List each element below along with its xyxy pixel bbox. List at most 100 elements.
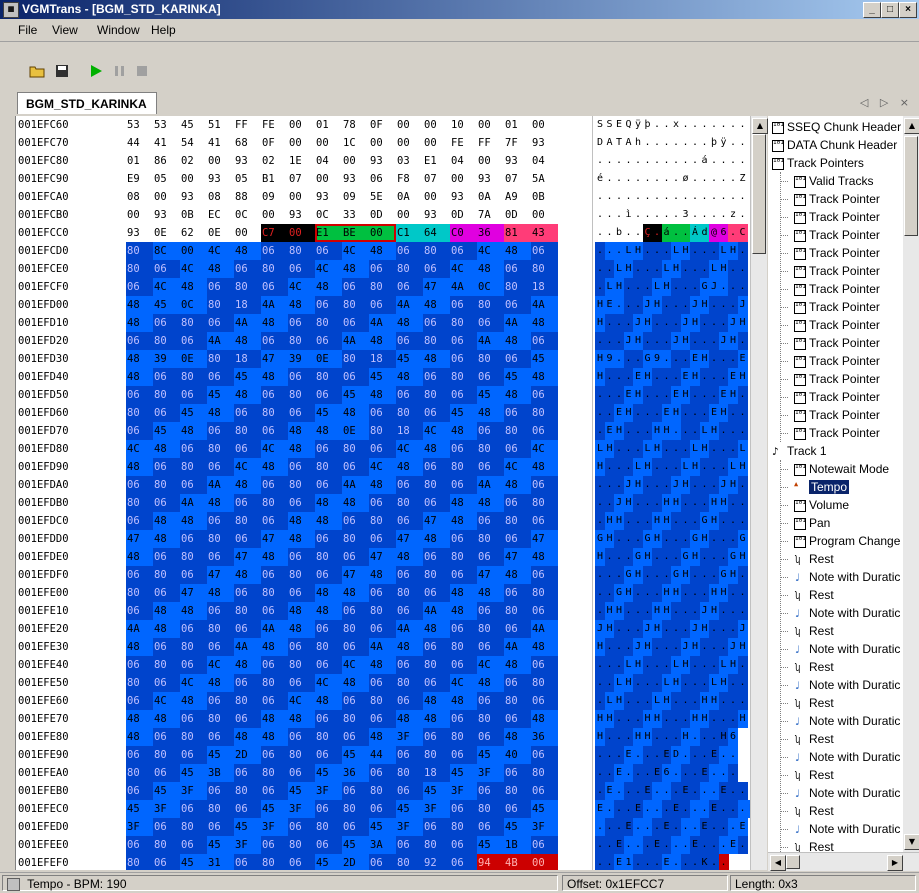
ascii-char[interactable]: . xyxy=(633,674,643,692)
hex-byte[interactable]: 47 xyxy=(342,566,369,584)
hex-byte[interactable]: 45 xyxy=(207,386,234,404)
hex-byte[interactable]: 4A xyxy=(261,296,288,314)
hex-byte[interactable]: 80 xyxy=(126,674,153,692)
hex-byte[interactable]: 80 xyxy=(450,548,477,566)
hex-byte[interactable]: 80 xyxy=(531,674,558,692)
hex-byte[interactable]: 06 xyxy=(315,476,342,494)
hex-byte[interactable]: 48 xyxy=(396,548,423,566)
hex-byte[interactable]: 33 xyxy=(342,206,369,224)
hex-byte[interactable]: 06 xyxy=(369,620,396,638)
ascii-char[interactable]: . xyxy=(652,332,662,350)
hex-byte[interactable]: 4C xyxy=(315,260,342,278)
hex-byte[interactable]: 80 xyxy=(234,422,261,440)
ascii-char[interactable]: L xyxy=(690,440,700,458)
ascii-char[interactable]: . xyxy=(661,620,672,638)
ascii-char[interactable]: G xyxy=(690,530,700,548)
hex-byte[interactable]: 06 xyxy=(126,386,153,404)
ascii-char[interactable]: H xyxy=(623,494,634,512)
hex-byte[interactable]: 80 xyxy=(207,800,234,818)
hex-byte[interactable]: 80 xyxy=(234,512,261,530)
hex-byte[interactable]: 48 xyxy=(126,548,153,566)
ascii-char[interactable]: . xyxy=(604,638,615,656)
ascii-char[interactable]: . xyxy=(595,260,605,278)
ascii-char[interactable]: . xyxy=(671,206,681,224)
ascii-char[interactable]: . xyxy=(633,422,643,440)
hex-byte[interactable]: 47 xyxy=(207,566,234,584)
hex-byte[interactable]: 06 xyxy=(288,404,315,422)
hex-byte[interactable]: 0E xyxy=(342,422,369,440)
hex-byte[interactable]: 06 xyxy=(234,530,261,548)
ascii-char[interactable]: H xyxy=(699,296,710,314)
hex-byte[interactable]: 48 xyxy=(369,656,396,674)
hex-byte[interactable]: 80 xyxy=(261,494,288,512)
ascii-char[interactable]: . xyxy=(662,116,672,134)
ascii-char[interactable]: . xyxy=(614,458,624,476)
ascii-char[interactable]: E xyxy=(680,782,691,800)
tree-node[interactable]: ♩ Note with Duratic xyxy=(794,604,900,622)
ascii-char[interactable]: . xyxy=(700,170,710,188)
ascii-char[interactable]: H xyxy=(661,422,672,440)
hex-byte[interactable]: 06 xyxy=(477,602,504,620)
ascii-char[interactable]: . xyxy=(614,782,624,800)
ascii-char[interactable]: H xyxy=(604,440,615,458)
hex-byte[interactable]: 48 xyxy=(126,296,153,314)
ascii-char[interactable]: . xyxy=(690,152,700,170)
ascii-char[interactable]: . xyxy=(680,422,691,440)
hex-byte[interactable]: 80 xyxy=(504,512,531,530)
ascii-char[interactable]: . xyxy=(709,710,719,728)
ascii-char[interactable]: . xyxy=(737,566,748,584)
hex-byte[interactable]: 06 xyxy=(261,422,288,440)
ascii-char[interactable]: . xyxy=(652,170,662,188)
hex-byte[interactable]: 80 xyxy=(153,746,180,764)
ascii-char[interactable]: . xyxy=(595,386,605,404)
hex-byte[interactable]: 48 xyxy=(153,440,180,458)
ascii-char[interactable]: H xyxy=(709,512,719,530)
tree-node[interactable]: 1010Valid Tracks xyxy=(794,172,873,190)
tree-node[interactable]: 1010Track Pointer xyxy=(794,334,880,352)
hex-byte[interactable]: 06 xyxy=(531,656,558,674)
hex-byte[interactable]: 06 xyxy=(261,746,288,764)
ascii-char[interactable]: . xyxy=(680,836,691,854)
ascii-char[interactable]: . xyxy=(718,278,729,296)
hex-byte[interactable]: 06 xyxy=(423,260,450,278)
hex-byte[interactable]: 45 xyxy=(261,800,288,818)
hex-byte[interactable]: 06 xyxy=(315,296,342,314)
hex-byte[interactable]: 80 xyxy=(531,584,558,602)
hex-byte[interactable]: 4C xyxy=(342,242,369,260)
hex-byte[interactable]: 06 xyxy=(126,782,153,800)
ascii-char[interactable]: . xyxy=(709,188,719,206)
hex-byte[interactable]: 00 xyxy=(288,188,315,206)
ascii-char[interactable]: . xyxy=(652,638,662,656)
hex-byte[interactable]: 47 xyxy=(180,584,207,602)
ascii-char[interactable]: . xyxy=(604,314,615,332)
ascii-char[interactable]: L xyxy=(604,692,615,710)
ascii-char[interactable]: E xyxy=(652,836,662,854)
hex-byte[interactable]: 48 xyxy=(180,512,207,530)
hex-byte[interactable]: 08 xyxy=(207,188,234,206)
hex-byte[interactable]: 06 xyxy=(504,710,531,728)
ascii-char[interactable]: . xyxy=(633,296,643,314)
hex-byte[interactable]: 00 xyxy=(423,188,450,206)
hex-byte[interactable]: 93 xyxy=(477,170,504,188)
ascii-char[interactable]: . xyxy=(718,440,729,458)
ascii-char[interactable]: . xyxy=(671,548,681,566)
hex-byte[interactable]: 93 xyxy=(126,224,153,242)
hex-byte[interactable]: 80 xyxy=(207,620,234,638)
hex-byte[interactable]: 06 xyxy=(315,386,342,404)
hex-byte[interactable]: 06 xyxy=(369,800,396,818)
hex-byte[interactable]: C7 xyxy=(261,224,288,242)
hex-byte[interactable]: 93 xyxy=(531,134,558,152)
ascii-char[interactable]: . xyxy=(671,512,681,530)
ascii-char[interactable]: . xyxy=(709,116,719,134)
ascii-char[interactable]: . xyxy=(642,260,653,278)
hex-byte[interactable]: 4A xyxy=(207,332,234,350)
hex-byte[interactable]: 18 xyxy=(369,350,396,368)
hex-byte[interactable]: 48 xyxy=(423,440,450,458)
ascii-char[interactable]: J xyxy=(680,638,691,656)
ascii-char[interactable]: L xyxy=(737,440,748,458)
ascii-char[interactable]: . xyxy=(614,152,624,170)
ascii-char[interactable]: . xyxy=(652,242,662,260)
ascii-char[interactable]: . xyxy=(633,512,643,530)
ascii-char[interactable]: H xyxy=(728,332,738,350)
ascii-char[interactable]: H xyxy=(737,710,748,728)
